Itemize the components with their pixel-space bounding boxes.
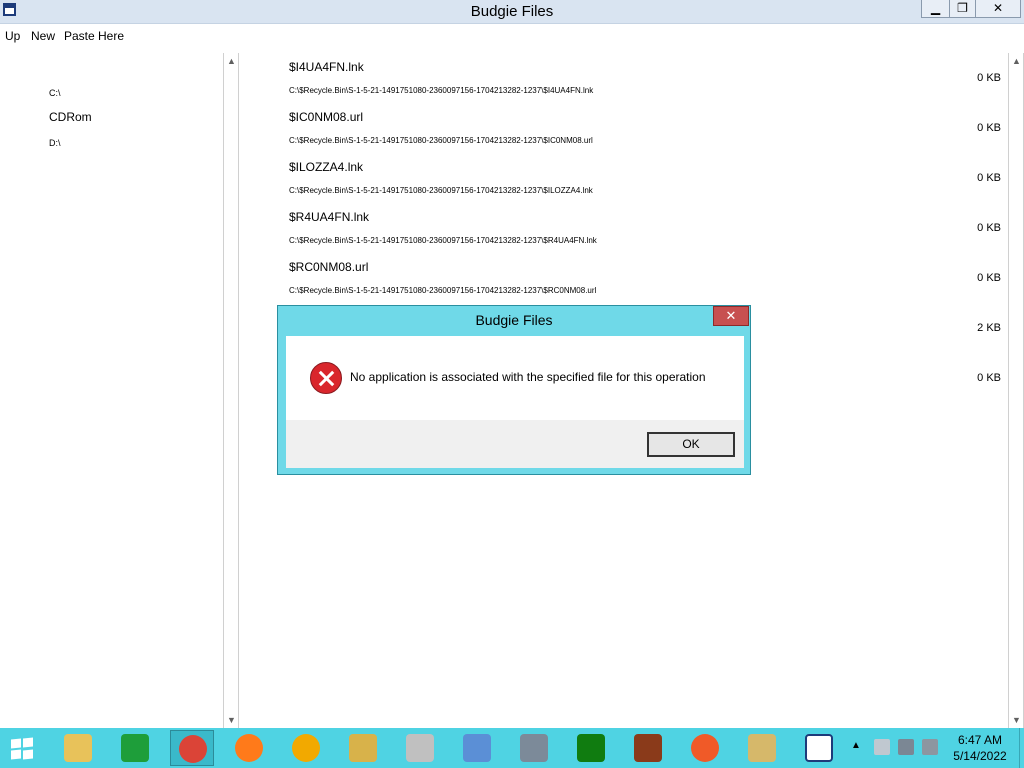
firefox-icon <box>235 734 263 762</box>
taskbar-avast-secure-browser-button[interactable] <box>284 730 328 766</box>
archive-icon <box>748 734 776 762</box>
drive-c[interactable]: C:\ <box>49 88 61 98</box>
clock[interactable]: 6:47 AM 5/14/2022 <box>953 732 1007 764</box>
error-dialog: Budgie Files ✕ No application is associa… <box>277 305 751 475</box>
error-icon <box>310 362 342 394</box>
show-desktop-button[interactable] <box>1019 728 1024 768</box>
xbox-icon <box>577 734 605 762</box>
taskbar-budgie-files-button[interactable] <box>797 730 841 766</box>
taskbar-store-button[interactable] <box>113 730 157 766</box>
menu-up[interactable]: Up <box>5 29 20 43</box>
taskbar: ▲ 6:47 AM 5/14/2022 <box>0 728 1024 768</box>
file-list-scrollbar[interactable]: ▲ ▼ <box>1008 53 1024 728</box>
dialog-close-button[interactable]: ✕ <box>713 306 749 326</box>
drive-d[interactable]: D:\ <box>49 138 61 148</box>
windows-logo-icon <box>11 738 21 749</box>
file-size: 0 KB <box>977 72 1001 84</box>
maximize-button[interactable]: ❐ <box>949 0 976 18</box>
file-size: 2 KB <box>977 322 1001 334</box>
clock-time: 6:47 AM <box>957 733 1003 747</box>
drive-pane-scrollbar[interactable]: ▲ ▼ <box>223 53 239 728</box>
window-title: Budgie Files <box>470 3 554 20</box>
avast-secure-browser-icon <box>292 734 320 762</box>
game-icon <box>634 734 662 762</box>
tools-icon <box>406 734 434 762</box>
taskbar-swift-button[interactable] <box>683 730 727 766</box>
scroll-down-arrow-icon[interactable]: ▼ <box>224 712 239 728</box>
taskbar-remote-desktop-button[interactable] <box>455 730 499 766</box>
dialog-body: No application is associated with the sp… <box>286 336 744 468</box>
title-bar: Budgie Files ▁ ❐ ✕ <box>0 0 1024 24</box>
file-name: $IC0NM08.url <box>289 110 364 124</box>
remote-desktop-icon <box>463 734 491 762</box>
volume-muted-icon[interactable] <box>922 739 938 755</box>
start-button[interactable] <box>6 734 40 764</box>
drive-pane: C:\ CDRom D:\ <box>0 52 240 728</box>
chrome-icon <box>179 735 207 763</box>
file-name: $RC0NM08.url <box>289 260 369 274</box>
dialog-footer: OK <box>286 420 744 468</box>
file-size: 0 KB <box>977 272 1001 284</box>
taskbar-archive-button[interactable] <box>740 730 784 766</box>
taskbar-chrome-button[interactable] <box>170 730 214 766</box>
ok-button[interactable]: OK <box>647 432 735 457</box>
file-size: 0 KB <box>977 222 1001 234</box>
taskbar-tools-button[interactable] <box>398 730 442 766</box>
taskbar-firefox-button[interactable] <box>227 730 271 766</box>
swift-icon <box>691 734 719 762</box>
action-center-icon[interactable] <box>874 739 890 755</box>
store-icon <box>121 734 149 762</box>
server-manager-icon <box>520 734 548 762</box>
tray-overflow-icon[interactable]: ▲ <box>851 740 861 751</box>
file-name: $ILOZZA4.lnk <box>289 160 364 174</box>
file-size: 0 KB <box>977 172 1001 184</box>
file-size: 0 KB <box>977 372 1001 384</box>
file-name: $R4UA4FN.lnk <box>289 210 370 224</box>
taskbar-game-button[interactable] <box>626 730 670 766</box>
scroll-down-arrow-icon[interactable]: ▼ <box>1009 712 1024 728</box>
file-name: $I4UA4FN.lnk <box>289 60 364 74</box>
clock-date: 5/14/2022 <box>953 749 1007 763</box>
taskbar-server-manager-button[interactable] <box>512 730 556 766</box>
taskbar-archive-manager-button[interactable] <box>341 730 385 766</box>
menu-new[interactable]: New <box>31 29 55 43</box>
file-path: C:\$Recycle.Bin\S-1-5-21-1491751080-2360… <box>289 236 597 245</box>
close-button[interactable]: ✕ <box>975 0 1021 18</box>
taskbar-file-explorer-button[interactable] <box>56 730 100 766</box>
file-size: 0 KB <box>977 122 1001 134</box>
budgie-files-icon <box>805 734 833 762</box>
dialog-title: Budgie Files <box>475 312 553 328</box>
archive-manager-icon <box>349 734 377 762</box>
scroll-up-arrow-icon[interactable]: ▲ <box>224 53 239 69</box>
scroll-up-arrow-icon[interactable]: ▲ <box>1009 53 1024 69</box>
network-icon[interactable] <box>898 739 914 755</box>
drive-cdrom[interactable]: CDRom <box>49 110 92 124</box>
file-path: C:\$Recycle.Bin\S-1-5-21-1491751080-2360… <box>289 136 593 145</box>
file-explorer-icon <box>64 734 92 762</box>
minimize-button[interactable]: ▁ <box>921 0 950 18</box>
file-path: C:\$Recycle.Bin\S-1-5-21-1491751080-2360… <box>289 86 594 95</box>
file-path: C:\$Recycle.Bin\S-1-5-21-1491751080-2360… <box>289 186 593 195</box>
file-path: C:\$Recycle.Bin\S-1-5-21-1491751080-2360… <box>289 286 597 295</box>
taskbar-xbox-button[interactable] <box>569 730 613 766</box>
menu-paste-here[interactable]: Paste Here <box>64 29 124 43</box>
dialog-message: No application is associated with the sp… <box>350 370 706 384</box>
